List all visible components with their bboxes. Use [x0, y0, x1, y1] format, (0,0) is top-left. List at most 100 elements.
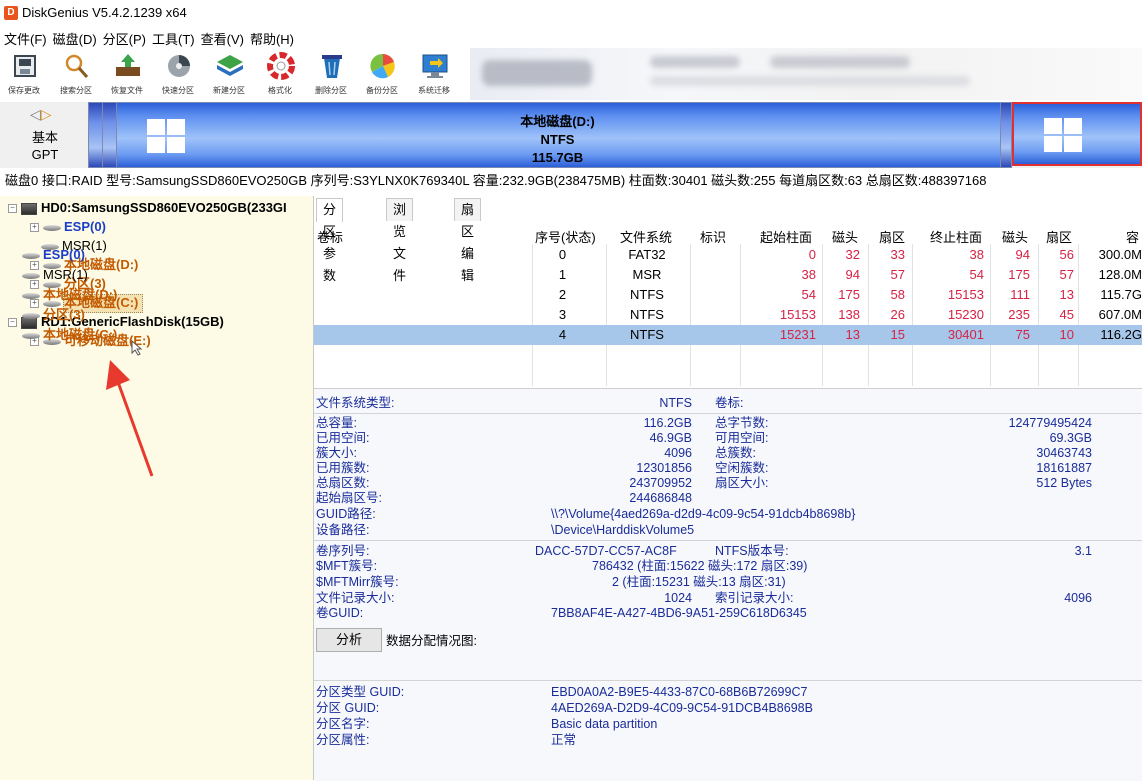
table-row[interactable]: ESP(0) 0 FAT32 0 32 33 38 94 56 300.0M [22, 245, 1142, 265]
col-header-id[interactable]: 标识 [700, 227, 726, 246]
col-header-label[interactable]: 卷标 [317, 227, 343, 246]
red-annotation-arrow [106, 360, 154, 477]
table-cell-fs: NTFS [630, 287, 664, 302]
partition-attr-value: 正常 [551, 733, 577, 747]
col-header-start-head[interactable]: 磁头 [832, 227, 858, 246]
tree-item-esp[interactable]: + ESP(0) [30, 218, 106, 236]
partition-bar-3[interactable] [1000, 102, 1012, 168]
partition-bar-msr[interactable] [102, 102, 117, 168]
table-cell-label: ESP(0) [22, 245, 222, 265]
table-cell-num: 3 [558, 307, 567, 322]
mft-value: 786432 (柱面:15622 磁头:172 扇区:39) [592, 559, 808, 573]
table-cell-sc: 0 [808, 247, 816, 262]
partition-icon [22, 272, 40, 279]
save-changes-button[interactable]: 保存更改 [2, 48, 46, 100]
prev-disk-icon[interactable]: ◁ [30, 106, 41, 122]
table-cell-fs: MSR [632, 267, 662, 282]
menu-disk[interactable]: 磁盘(D) [49, 27, 99, 48]
menu-file[interactable]: 文件(F) [0, 27, 49, 48]
col-header-start-sector[interactable]: 扇区 [879, 227, 905, 246]
expand-icon[interactable]: + [30, 223, 39, 233]
new-partition-button[interactable]: 新建分区 [207, 48, 251, 100]
table-row[interactable]: 分区(3) 3 NTFS 15153 138 26 15230 235 45 607.0M [22, 305, 1142, 325]
partition-guid-label: 分区 GUID: [316, 701, 380, 715]
total-cap-value: 116.2GB [643, 416, 692, 430]
disk-info-line: 磁盘0 接口:RAID 型号:SamsungSSD860EVO250GB 序列号… [5, 173, 987, 188]
table-cell-num: 4 [558, 327, 567, 342]
table-row[interactable]: 本地磁盘(D:) 2 NTFS 54 175 58 15153 111 13 115.7G [22, 285, 1142, 305]
record-size-value: 1024 [664, 591, 692, 605]
new-partition-icon [217, 55, 243, 76]
total-clusters-value: 30463743 [1036, 446, 1092, 460]
delete-partition-button[interactable]: 删除分区 [309, 48, 353, 100]
table-cell-cap: 300.0M [1098, 247, 1142, 262]
partition-icon [22, 252, 40, 259]
collapse-icon[interactable]: − [8, 318, 17, 328]
table-cell-es: 45 [1059, 307, 1074, 322]
partition-icon [22, 332, 40, 339]
collapse-icon[interactable]: − [8, 204, 17, 214]
col-header-index[interactable]: 序号(状态) [535, 227, 596, 246]
backup-partition-button[interactable]: 备份分区 [360, 48, 404, 100]
partition-bar-esp[interactable] [88, 102, 103, 168]
menu-help[interactable]: 帮助(H) [246, 27, 296, 48]
table-cell-cap: 607.0M [1098, 307, 1142, 322]
table-cell-ss: 26 [890, 307, 905, 322]
col-header-start-cyl[interactable]: 起始柱面 [760, 227, 812, 246]
save-changes-icon [14, 55, 36, 77]
table-cell-es: 10 [1059, 327, 1074, 342]
col-header-end-cyl[interactable]: 终止柱面 [930, 227, 982, 246]
window-title: DiskGenius V5.4.2.1239 x64 [22, 5, 187, 20]
hard-disk-icon [21, 202, 37, 215]
menu-partition[interactable]: 分区(P) [99, 27, 148, 48]
col-header-end-head[interactable]: 磁头 [1002, 227, 1028, 246]
disk-nav-arrows[interactable]: ◁▷ [30, 106, 52, 123]
col-header-end-sector[interactable]: 扇区 [1046, 227, 1072, 246]
table-cell-cap: 128.0M [1098, 267, 1142, 282]
tab-sector-edit[interactable]: 扇区编辑 [454, 198, 482, 283]
serial-value: DACC-57D7-CC57-AC8F [535, 544, 677, 558]
table-cell-num: 1 [558, 267, 567, 282]
windows-logo-icon [1044, 118, 1084, 154]
free-clusters-label: 空闲簇数: [715, 461, 769, 475]
menu-view[interactable]: 查看(V) [197, 27, 246, 48]
partition-label: 本地磁盘(D:) [43, 287, 118, 302]
table-cell-label: 本地磁盘(D:) [22, 285, 222, 305]
table-row[interactable]: 本地磁盘(C:) 4 NTFS 15231 13 15 30401 75 10 116.2G [22, 325, 1142, 345]
search-partition-button[interactable]: 搜索分区 [54, 48, 98, 100]
system-migration-button[interactable]: 系统迁移 [412, 48, 456, 100]
partition-guid-value: 4AED269A-D2D9-4C09-9C54-91DCB4B8698B [551, 701, 813, 715]
partition-attr-label: 分区属性: [316, 733, 370, 747]
col-header-capacity[interactable]: 容 [1126, 227, 1139, 246]
device-path-label: 设备路径: [316, 523, 370, 537]
menu-bar: 文件(F) 磁盘(D) 分区(P) 工具(T) 查看(V) 帮助(H) [0, 27, 1142, 47]
partition-type-guid-value: EBD0A0A2-B9E5-4433-87C0-68B6B72699C7 [551, 685, 808, 699]
partition-label: ESP(0) [43, 247, 85, 262]
tab-partition-params[interactable]: 分区参数 [316, 198, 344, 283]
start-sector-value: 244686848 [629, 491, 692, 505]
total-bytes-value: 124779495424 [1008, 416, 1092, 430]
table-row[interactable]: MSR(1) 1 MSR 38 94 57 54 175 57 128.0M [22, 265, 1142, 285]
table-cell-es: 13 [1059, 287, 1074, 302]
analyze-button[interactable]: 分析 [316, 628, 382, 652]
table-cell-sh: 138 [838, 307, 860, 322]
free-space-label: 可用空间: [715, 431, 769, 445]
partition-bar-c[interactable] [1012, 102, 1142, 166]
index-size-label: 索引记录大小: [715, 591, 794, 605]
backup-partition-icon [370, 53, 395, 79]
quick-partition-button[interactable]: 快速分区 [156, 48, 200, 100]
col-header-fs[interactable]: 文件系统 [620, 227, 672, 246]
tree-disk-hd0[interactable]: − HD0:SamsungSSD860EVO250GB(233GI [8, 199, 287, 217]
total-sectors-label: 总扇区数: [316, 476, 370, 490]
toolbar: 保存更改 搜索分区 恢复文件 快速分区 新建分区 格式化 删除分区 备份分区 系… [0, 48, 470, 100]
recover-files-button[interactable]: 恢复文件 [105, 48, 149, 100]
menu-tools[interactable]: 工具(T) [148, 27, 197, 48]
sector-size-label: 扇区大小: [715, 476, 769, 490]
volume-guid-value: 7BB8AF4E-A427-4BD6-9A51-259C618D6345 [551, 606, 807, 620]
table-cell-sh: 175 [838, 287, 860, 302]
format-button[interactable]: 格式化 [258, 48, 302, 100]
tab-browse-files[interactable]: 浏览文件 [386, 198, 414, 283]
next-disk-icon[interactable]: ▷ [41, 106, 52, 122]
serial-label: 卷序列号: [316, 544, 370, 558]
free-space-value: 69.3GB [1049, 431, 1092, 445]
